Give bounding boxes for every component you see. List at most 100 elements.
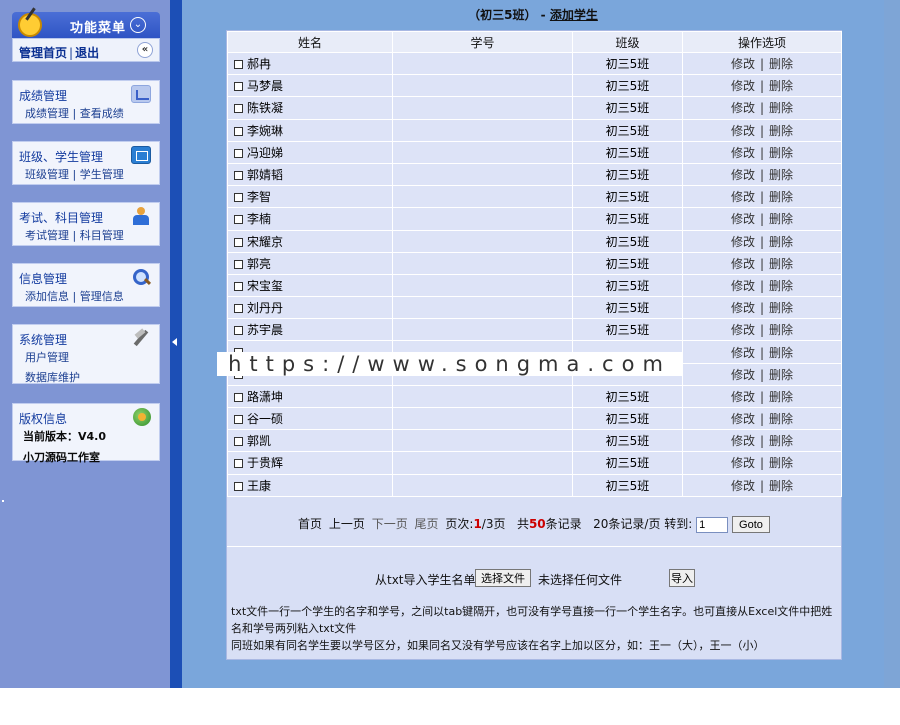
add-student-link[interactable]: 添加学生	[550, 8, 598, 22]
delete-link[interactable]: 删除	[769, 168, 793, 182]
row-checkbox[interactable]	[234, 392, 243, 402]
row-checkbox[interactable]	[234, 193, 243, 203]
table-row: 李智 初三5班 修改 | 删除	[227, 185, 842, 209]
edit-link[interactable]: 修改	[731, 368, 755, 382]
edit-link[interactable]: 修改	[731, 346, 755, 360]
delete-link[interactable]: 删除	[769, 146, 793, 160]
edit-link[interactable]: 修改	[731, 434, 755, 448]
edit-link[interactable]: 修改	[731, 79, 755, 93]
collapse-sidebar-icon[interactable]: «	[137, 42, 153, 58]
row-checkbox[interactable]	[234, 60, 243, 70]
row-checkbox[interactable]	[234, 326, 243, 336]
link-score-manage[interactable]: 成绩管理	[25, 107, 69, 120]
edit-link[interactable]: 修改	[731, 257, 755, 271]
delete-link[interactable]: 删除	[769, 190, 793, 204]
delete-link[interactable]: 删除	[769, 212, 793, 226]
cell-class: 初三5班	[572, 451, 683, 475]
cell-id	[392, 384, 573, 409]
page-heading: （初三5班） - 添加学生	[182, 6, 884, 23]
link-exam-manage[interactable]: 考试管理	[25, 229, 69, 242]
table-row: 王康 初三5班 修改 | 删除	[227, 473, 842, 497]
row-checkbox[interactable]	[234, 259, 243, 269]
link-db-maintenance[interactable]: 数据库维护	[25, 369, 80, 385]
edit-link[interactable]: 修改	[731, 168, 755, 182]
delete-link[interactable]: 删除	[769, 323, 793, 337]
delete-link[interactable]: 删除	[769, 57, 793, 71]
delete-link[interactable]: 删除	[769, 390, 793, 404]
row-checkbox[interactable]	[234, 104, 243, 114]
cell-name: 郭婧韬	[227, 162, 393, 187]
edit-link[interactable]: 修改	[731, 412, 755, 426]
row-checkbox[interactable]	[234, 281, 243, 291]
class-name: （初三5班）	[468, 8, 537, 22]
menu-header: 功能菜单 ⌄	[12, 12, 160, 38]
link-add-info[interactable]: 添加信息	[25, 290, 69, 303]
pager-first[interactable]: 首页	[298, 517, 322, 531]
link-user-manage[interactable]: 用户管理	[25, 349, 80, 365]
delete-link[interactable]: 删除	[769, 456, 793, 470]
goto-button[interactable]: Goto	[731, 516, 770, 533]
row-checkbox[interactable]	[234, 148, 243, 158]
link-view-scores[interactable]: 查看成绩	[80, 107, 124, 120]
import-button[interactable]: 导入	[669, 569, 695, 587]
row-checkbox[interactable]	[234, 82, 243, 92]
delete-link[interactable]: 删除	[769, 434, 793, 448]
row-checkbox[interactable]	[234, 437, 243, 447]
row-checkbox[interactable]	[234, 237, 243, 247]
goto-page-input[interactable]	[696, 516, 729, 533]
edit-link[interactable]: 修改	[731, 301, 755, 315]
link-class-manage[interactable]: 班级管理	[25, 168, 69, 181]
table-row: 李婉琳 初三5班 修改 | 删除	[227, 118, 842, 142]
cell-ops: 修改 | 删除	[682, 229, 842, 253]
edit-link[interactable]: 修改	[731, 390, 755, 404]
delete-link[interactable]: 删除	[769, 479, 793, 493]
link-subject-manage[interactable]: 科目管理	[80, 229, 124, 242]
link-manage-info[interactable]: 管理信息	[80, 290, 124, 303]
row-checkbox[interactable]	[234, 415, 243, 425]
home-link[interactable]: 管理首页	[19, 46, 67, 60]
delete-link[interactable]: 删除	[769, 257, 793, 271]
row-checkbox[interactable]	[234, 459, 243, 469]
pager-prev[interactable]: 上一页	[329, 517, 365, 531]
logout-link[interactable]: 退出	[75, 46, 99, 60]
row-checkbox[interactable]	[234, 126, 243, 136]
cell-id	[392, 162, 573, 187]
edit-link[interactable]: 修改	[731, 212, 755, 226]
row-checkbox[interactable]	[234, 304, 243, 314]
delete-link[interactable]: 删除	[769, 301, 793, 315]
edit-link[interactable]: 修改	[731, 279, 755, 293]
edit-link[interactable]: 修改	[731, 190, 755, 204]
cell-ops: 修改 | 删除	[682, 74, 842, 98]
version-text: 当前版本：V4.0	[23, 430, 106, 443]
delete-link[interactable]: 删除	[769, 279, 793, 293]
collapse-arrow-icon[interactable]	[172, 338, 177, 346]
pager-next[interactable]: 下一页	[372, 517, 408, 531]
choose-file-button[interactable]: 选择文件	[475, 569, 531, 587]
chevron-down-icon[interactable]: ⌄	[130, 17, 146, 33]
edit-link[interactable]: 修改	[731, 57, 755, 71]
delete-link[interactable]: 删除	[769, 346, 793, 360]
student-name: 李婉琳	[247, 123, 284, 138]
delete-link[interactable]: 删除	[769, 368, 793, 382]
row-checkbox[interactable]	[234, 215, 243, 225]
pager-last[interactable]: 尾页	[415, 517, 439, 531]
cell-id	[392, 118, 573, 142]
delete-link[interactable]: 删除	[769, 235, 793, 249]
link-student-manage[interactable]: 学生管理	[80, 168, 124, 181]
delete-link[interactable]: 删除	[769, 79, 793, 93]
edit-link[interactable]: 修改	[731, 323, 755, 337]
edit-link[interactable]: 修改	[731, 146, 755, 160]
cell-name: 李楠	[227, 207, 393, 231]
delete-link[interactable]: 删除	[769, 101, 793, 115]
edit-link[interactable]: 修改	[731, 235, 755, 249]
edit-link[interactable]: 修改	[731, 101, 755, 115]
delete-link[interactable]: 删除	[769, 412, 793, 426]
edit-link[interactable]: 修改	[731, 456, 755, 470]
edit-link[interactable]: 修改	[731, 479, 755, 493]
edit-link[interactable]: 修改	[731, 124, 755, 138]
sidebar-splitter[interactable]	[170, 0, 182, 688]
delete-link[interactable]: 删除	[769, 124, 793, 138]
row-checkbox[interactable]	[234, 171, 243, 181]
right-edge	[884, 0, 900, 688]
row-checkbox[interactable]	[234, 481, 243, 491]
